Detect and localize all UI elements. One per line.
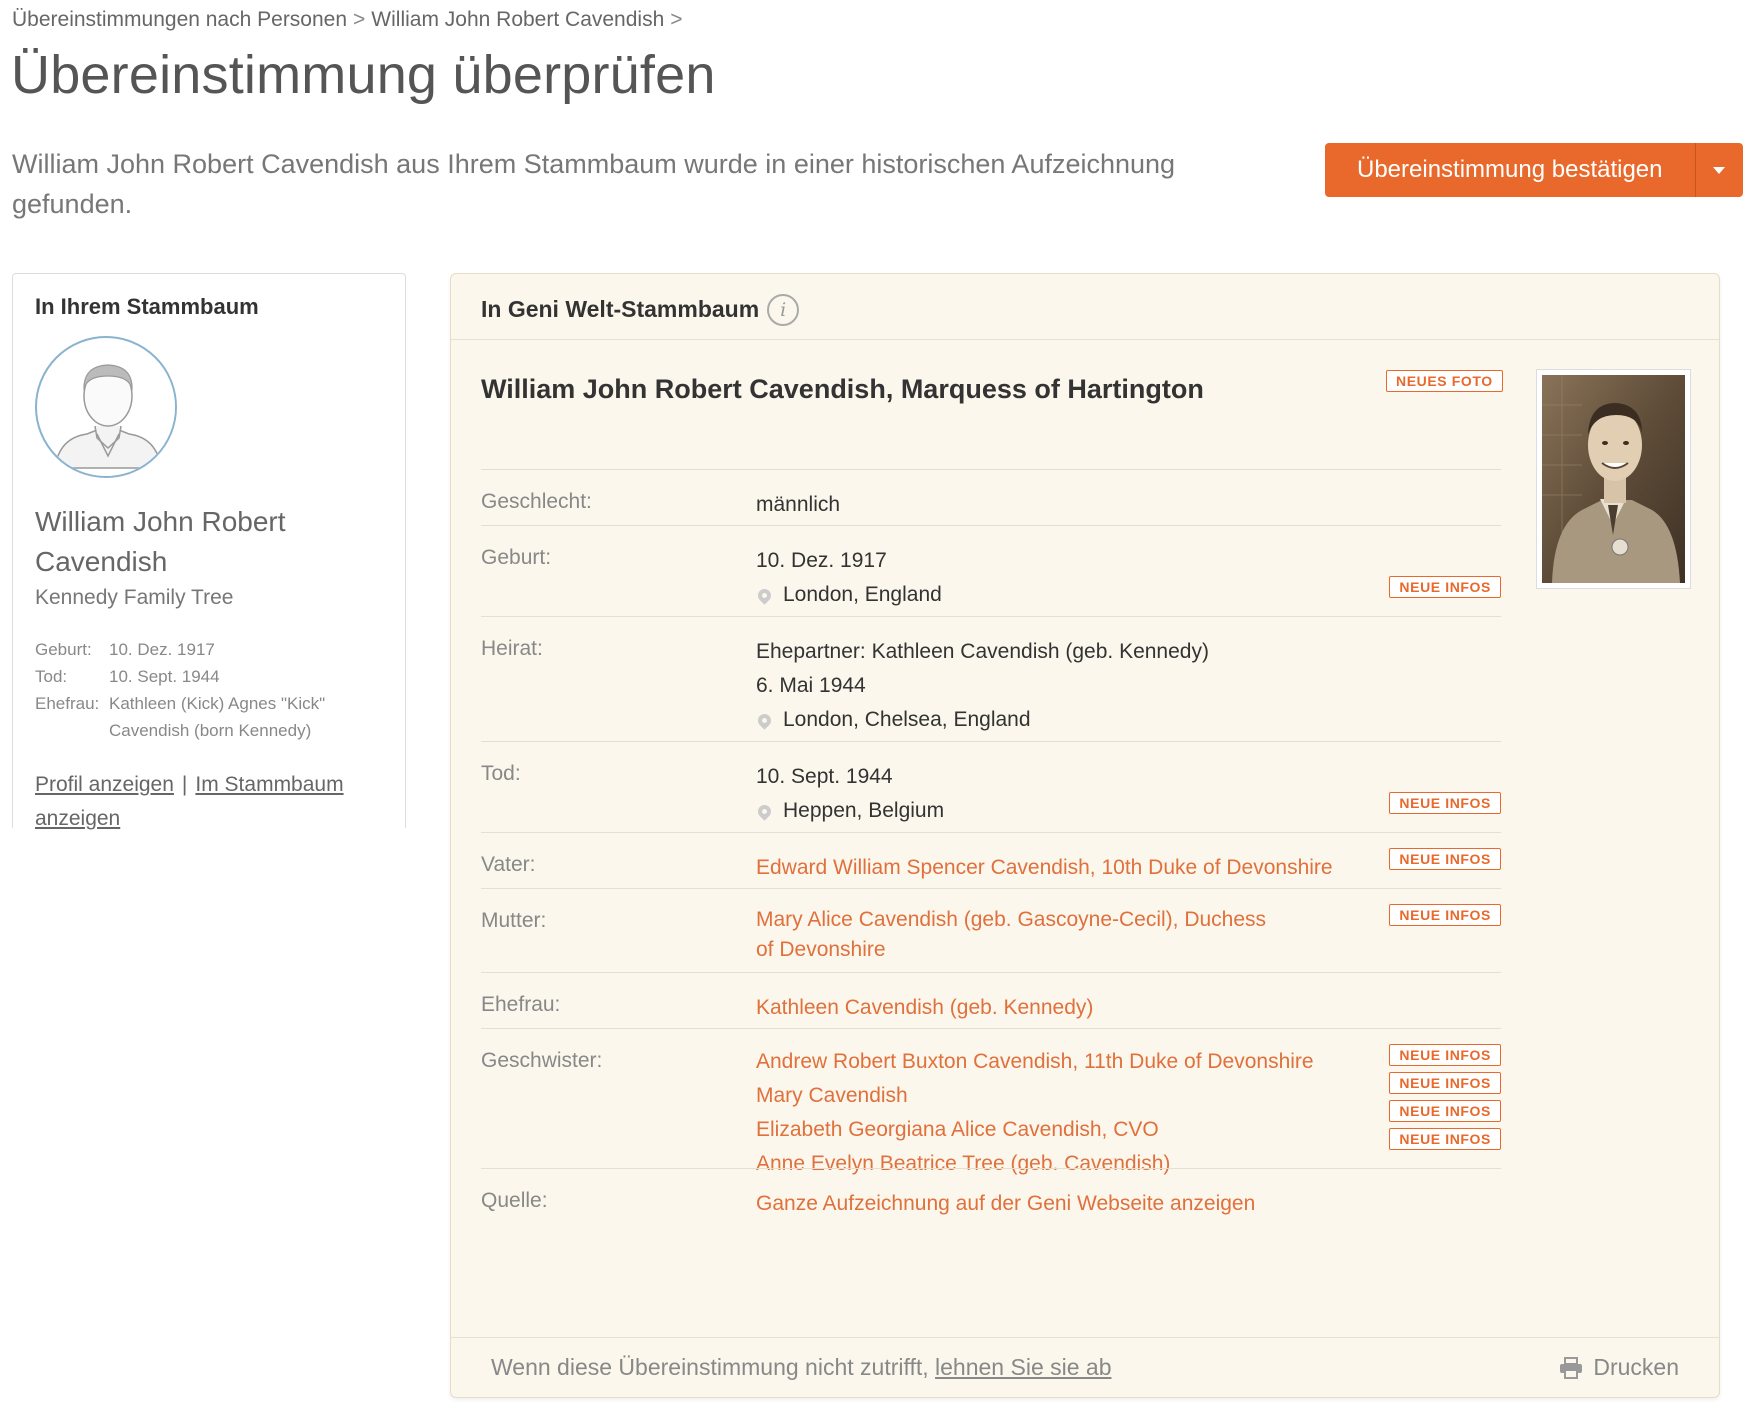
person-name: William John Robert Cavendish xyxy=(35,506,286,577)
confirm-button-group: Übereinstimmung bestätigen xyxy=(1325,143,1743,197)
view-profile-link[interactable]: Profil anzeigen xyxy=(35,773,174,796)
fact-row-mother: Mutter: Mary Alice Cavendish (geb. Gasco… xyxy=(481,888,1501,972)
geni-card-title: In Geni Welt-Stammbaum xyxy=(481,296,760,322)
fact-row-wife: Ehefrau: Kathleen Cavendish (geb. Kenned… xyxy=(481,972,1501,1028)
fact-row-marriage: Heirat: Ehepartner: Kathleen Cavendish (… xyxy=(481,616,1501,741)
mother-label: Mutter: xyxy=(481,909,547,932)
father-link[interactable]: Edward William Spencer Cavendish, 10th D… xyxy=(756,851,1333,885)
gender-label: Geschlecht: xyxy=(481,490,592,513)
new-info-badge: NEUE INFOS xyxy=(1389,1100,1501,1122)
record-name: William John Robert Cavendish, Marquess … xyxy=(481,374,1204,404)
fact-label: Ehefrau: xyxy=(35,694,100,713)
fact-value: Kathleen (Kick) Agnes "Kick" Cavendish (… xyxy=(109,694,326,740)
print-label: Drucken xyxy=(1593,1354,1679,1380)
fact-row-birth: Geburt: 10. Dez. 1917 London, England NE… xyxy=(481,525,1501,616)
marriage-date: 6. Mai 1944 xyxy=(756,674,866,697)
new-info-badge: NEUE INFOS xyxy=(1389,576,1501,598)
new-info-badge: NEUE INFOS xyxy=(1389,1044,1501,1066)
confirm-match-button[interactable]: Übereinstimmung bestätigen xyxy=(1325,143,1695,197)
fact-row-siblings: Geschwister: Andrew Robert Buxton Cavend… xyxy=(481,1028,1501,1175)
source-link[interactable]: Ganze Aufzeichnung auf der Geni Webseite… xyxy=(756,1187,1255,1221)
new-info-badge: NEUE INFOS xyxy=(1389,1128,1501,1150)
wife-label: Ehefrau: xyxy=(481,993,561,1016)
breadcrumb-separator: > xyxy=(670,8,683,31)
birth-place-text: London, England xyxy=(783,583,942,606)
breadcrumb-item-matches[interactable]: Übereinstimmungen nach Personen xyxy=(12,8,347,31)
siblings-label: Geschwister: xyxy=(481,1049,603,1072)
fact-value: 10. Dez. 1917 xyxy=(109,640,215,659)
fact-row-gender: Geschlecht: männlich xyxy=(481,469,1501,525)
new-info-badge: NEUE INFOS xyxy=(1389,792,1501,814)
marriage-place-text: London, Chelsea, England xyxy=(783,708,1031,731)
gender-value: männlich xyxy=(756,493,841,516)
father-label: Vater: xyxy=(481,853,536,876)
marriage-label: Heirat: xyxy=(481,637,543,660)
fact-row: Tod: 10. Sept. 1944 xyxy=(35,663,375,690)
new-info-badge: NEUE INFOS xyxy=(1389,904,1501,926)
reject-prompt-text: Wenn diese Übereinstimmung nicht zutriff… xyxy=(491,1354,929,1380)
death-label: Tod: xyxy=(481,762,521,785)
avatar-placeholder-icon xyxy=(35,336,177,478)
location-pin-icon xyxy=(755,585,774,605)
death-date: 10. Sept. 1944 xyxy=(756,765,893,788)
mother-link[interactable]: Mary Alice Cavendish (geb. Gascoyne-Ceci… xyxy=(756,908,1266,961)
fact-value: 10. Sept. 1944 xyxy=(109,667,220,686)
sibling-link[interactable]: Mary Cavendish xyxy=(756,1079,908,1113)
birth-date: 10. Dez. 1917 xyxy=(756,549,887,572)
fact-label: Tod: xyxy=(35,667,68,686)
your-tree-title: In Ihrem Stammbaum xyxy=(35,294,259,319)
record-card-footer: Wenn diese Übereinstimmung nicht zutriff… xyxy=(451,1337,1719,1397)
breadcrumb: Übereinstimmungen nach Personen > William … xyxy=(12,8,689,32)
marriage-place: London, Chelsea, England xyxy=(755,703,1501,737)
reject-prompt: Wenn diese Übereinstimmung nicht zutriff… xyxy=(491,1354,1112,1381)
fact-row: Ehefrau: Kathleen (Kick) Agnes "Kick" Ca… xyxy=(35,690,375,744)
tree-name: Kennedy Family Tree xyxy=(35,586,234,609)
your-tree-card: In Ihrem Stammbaum William John Robert C… xyxy=(12,273,406,830)
location-pin-icon xyxy=(755,710,774,730)
print-button[interactable]: Drucken xyxy=(1559,1354,1679,1381)
breadcrumb-separator: > xyxy=(353,8,366,31)
reject-match-link[interactable]: lehnen Sie sie ab xyxy=(935,1354,1111,1380)
fact-row-death: Tod: 10. Sept. 1944 Heppen, Belgium NEUE… xyxy=(481,741,1501,832)
record-photo[interactable] xyxy=(1536,369,1691,589)
caret-down-icon xyxy=(1713,166,1725,174)
person-facts: Geburt: 10. Dez. 1917 Tod: 10. Sept. 194… xyxy=(35,636,375,744)
marriage-spouse: Ehepartner: Kathleen Cavendish (geb. Ken… xyxy=(756,640,1209,663)
fact-row: Geburt: 10. Dez. 1917 xyxy=(35,636,375,663)
new-photo-badge: NEUES FOTO xyxy=(1386,370,1503,392)
new-info-badge: NEUE INFOS xyxy=(1389,1072,1501,1094)
fact-label: Geburt: xyxy=(35,640,92,659)
location-pin-icon xyxy=(755,801,774,821)
intro-text: William John Robert Cavendish aus Ihrem … xyxy=(12,149,1176,219)
fact-row-father: Vater: Edward William Spencer Cavendish,… xyxy=(481,832,1501,888)
birth-label: Geburt: xyxy=(481,546,552,569)
link-separator: | xyxy=(181,773,188,796)
profile-links: Profil anzeigen | Im Stammbaum anzeigen xyxy=(35,768,375,836)
record-facts-table: Geschlecht: männlich Geburt: 10. Dez. 19… xyxy=(481,469,1501,1224)
page-title: Übereinstimmung überprüfen xyxy=(11,45,716,105)
portrait-photo xyxy=(1542,375,1685,583)
death-place-text: Heppen, Belgium xyxy=(783,799,945,822)
source-label: Quelle: xyxy=(481,1189,548,1212)
printer-icon xyxy=(1560,1356,1583,1379)
wife-link[interactable]: Kathleen Cavendish (geb. Kennedy) xyxy=(756,991,1093,1025)
fact-row-source: Quelle: Ganze Aufzeichnung auf der Geni … xyxy=(481,1168,1501,1224)
breadcrumb-item-person[interactable]: William John Robert Cavendish xyxy=(371,8,664,31)
geni-record-card: In Geni Welt-Stammbaum i William John Ro… xyxy=(450,273,1720,1398)
info-icon[interactable]: i xyxy=(767,293,800,326)
new-info-badge: NEUE INFOS xyxy=(1389,848,1501,870)
sibling-link[interactable]: Elizabeth Georgiana Alice Cavendish, CVO xyxy=(756,1113,1159,1147)
confirm-dropdown-toggle[interactable] xyxy=(1694,143,1743,197)
sibling-link[interactable]: Andrew Robert Buxton Cavendish, 11th Duk… xyxy=(756,1045,1314,1079)
geni-card-header: In Geni Welt-Stammbaum i xyxy=(451,274,1719,340)
